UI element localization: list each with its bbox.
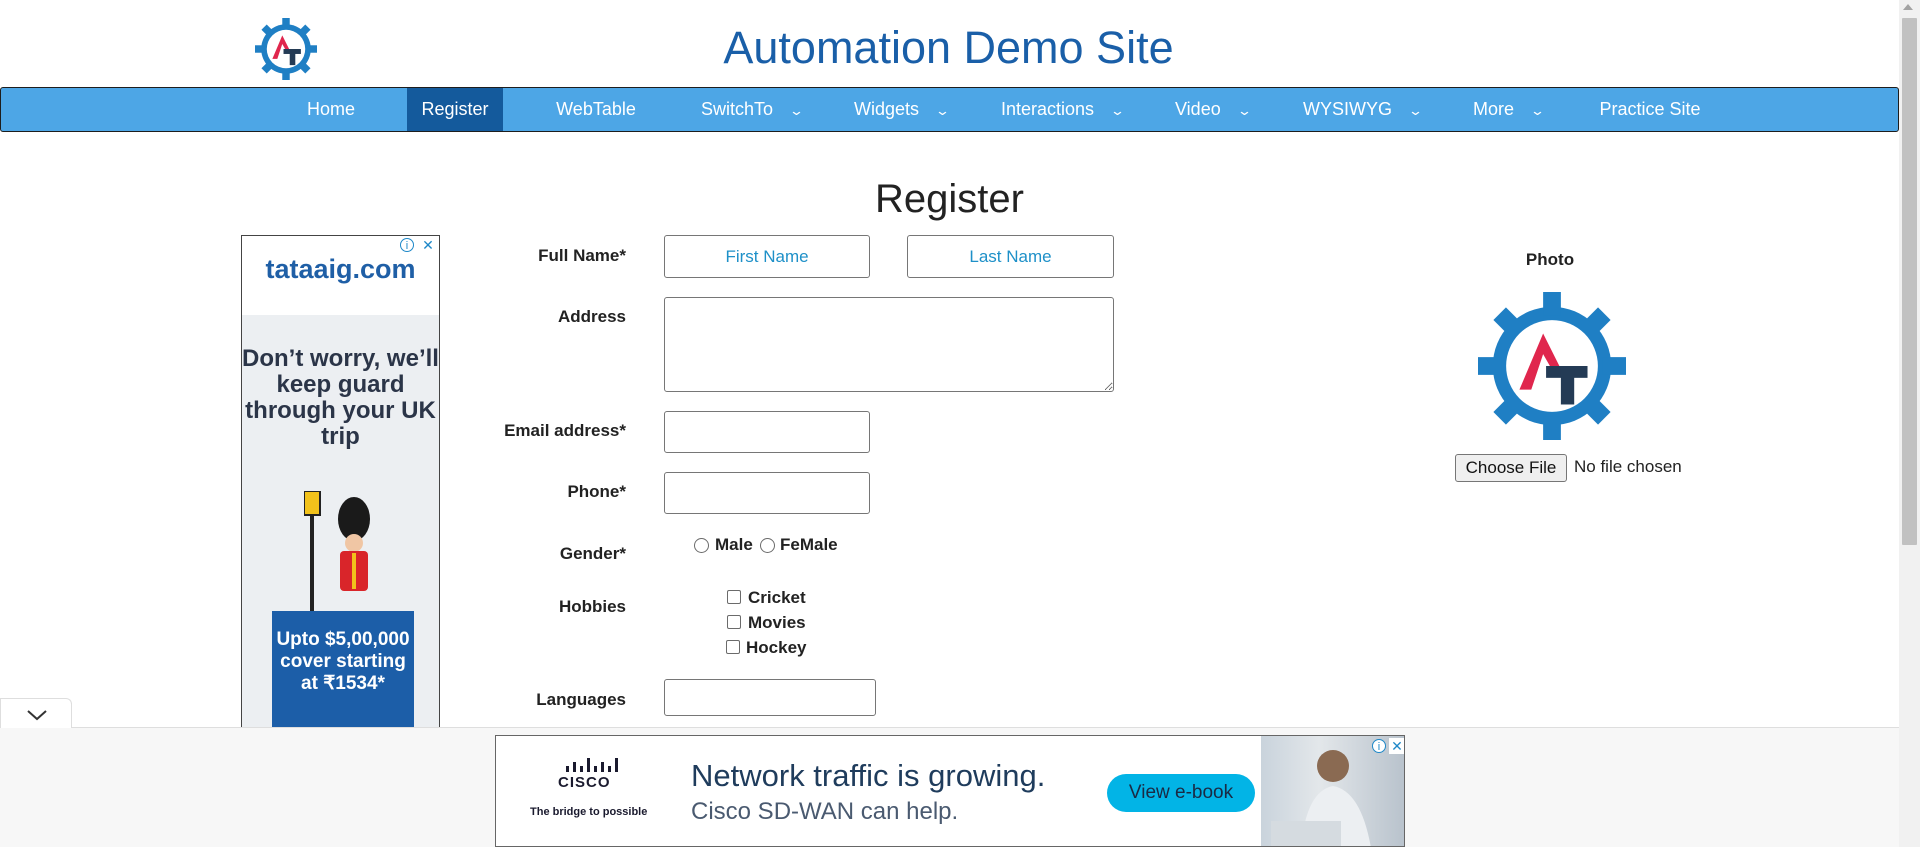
- nav-home-label: Home: [306, 99, 355, 119]
- chevron-down-icon: ⌄: [1407, 103, 1424, 118]
- nav-more-label: More: [1473, 99, 1515, 119]
- nav-switchto[interactable]: SwitchTo ⌄: [701, 88, 811, 131]
- photo-preview: [1478, 290, 1626, 442]
- person-laptop-icon: [1271, 750, 1371, 846]
- chevron-down-icon: ⌄: [1236, 103, 1252, 118]
- ad-collapse-toggle[interactable]: [0, 698, 72, 728]
- choose-file-button[interactable]: Choose File: [1455, 454, 1567, 482]
- cisco-brand: CISCO: [558, 774, 611, 791]
- last-name-input[interactable]: [907, 235, 1114, 278]
- nav-webtable[interactable]: WebTable: [541, 88, 651, 131]
- bottom-advertisement[interactable]: CISCO The bridge to possible Network tra…: [495, 735, 1405, 847]
- gear-logo-icon: [1478, 292, 1626, 440]
- nav-home[interactable]: Home: [291, 88, 371, 131]
- hobby-movies-label: Movies: [748, 613, 806, 632]
- nav-interactions[interactable]: Interactions ⌄: [1001, 88, 1141, 131]
- chevron-down-icon: [27, 710, 47, 721]
- nav-practice-site-label: Practice Site: [1599, 99, 1701, 119]
- guard-illustration-icon: [304, 491, 370, 611]
- bottom-ad-headline: Network traffic is growing.: [691, 758, 1046, 793]
- nav-register[interactable]: Register: [407, 88, 503, 131]
- scrollbar-thumb[interactable]: [1902, 18, 1917, 545]
- side-advertisement[interactable]: i ✕ tataaig.com Don’t worry, we’ll keep …: [241, 235, 440, 735]
- gender-female-radio[interactable]: [760, 538, 775, 553]
- address-textarea[interactable]: [664, 297, 1114, 392]
- gender-female-label: FeMale: [780, 535, 838, 554]
- bottom-ad-photo: [1261, 736, 1404, 846]
- gender-male-radio[interactable]: [694, 538, 709, 553]
- hobby-hockey-checkbox[interactable]: [726, 640, 740, 654]
- nav-wysiwyg[interactable]: WYSIWYG ⌄: [1303, 88, 1433, 131]
- ad-info-icon[interactable]: i: [1372, 739, 1386, 753]
- hobby-hockey-label: Hockey: [746, 638, 807, 657]
- chevron-down-icon: ⌄: [788, 103, 805, 118]
- ad-close-icon[interactable]: ✕: [1389, 738, 1404, 754]
- main-nav: Home Register WebTable SwitchTo ⌄ Widgets…: [0, 87, 1899, 132]
- first-name-input[interactable]: [664, 235, 870, 278]
- nav-widgets[interactable]: Widgets ⌄: [854, 88, 964, 131]
- cisco-tagline: The bridge to possible: [530, 806, 648, 818]
- nav-widgets-label: Widgets: [854, 99, 920, 119]
- gender-male-label: Male: [715, 535, 753, 554]
- ad-close-icon[interactable]: ✕: [420, 237, 436, 253]
- chevron-down-icon: ⌄: [934, 103, 951, 118]
- side-ad-brand: tataaig.com: [265, 254, 416, 284]
- ad-info-icon[interactable]: i: [400, 238, 414, 252]
- nav-switchto-label: SwitchTo: [701, 99, 774, 119]
- photo-label: Photo: [1525, 250, 1575, 269]
- nav-webtable-label: WebTable: [556, 99, 636, 119]
- nav-practice-site[interactable]: Practice Site: [1585, 88, 1715, 131]
- cisco-logo-icon: [566, 758, 618, 772]
- site-title: Automation Demo Site: [723, 22, 1174, 73]
- chevron-down-icon: ⌄: [1109, 103, 1126, 118]
- hobby-movies-checkbox[interactable]: [727, 615, 741, 629]
- side-ad-offer: Upto $5,00,000 cover starting at ₹1534*: [276, 629, 410, 694]
- bottom-ad-subline: Cisco SD-WAN can help.: [691, 798, 959, 825]
- languages-multiselect[interactable]: [664, 679, 876, 716]
- nav-wysiwyg-label: WYSIWYG: [1303, 99, 1392, 119]
- nav-more[interactable]: More ⌄: [1473, 88, 1563, 131]
- side-ad-headline: Don’t worry, we’ll keep guard through yo…: [242, 345, 439, 450]
- phone-input[interactable]: [664, 472, 870, 514]
- view-ebook-button[interactable]: View e-book: [1107, 774, 1255, 812]
- email-input[interactable]: [664, 411, 870, 453]
- chevron-down-icon: ⌄: [1529, 103, 1546, 118]
- side-ad-offer-box: Upto $5,00,000 cover starting at ₹1534*: [272, 611, 414, 734]
- page-title: Register: [875, 177, 1024, 221]
- file-status: No file chosen: [1574, 457, 1682, 476]
- nav-video-label: Video: [1175, 99, 1221, 119]
- nav-interactions-label: Interactions: [1001, 99, 1095, 119]
- nav-video[interactable]: Video ⌄: [1175, 88, 1275, 131]
- hobby-cricket-checkbox[interactable]: [727, 590, 741, 604]
- hobby-cricket-label: Cricket: [748, 588, 806, 607]
- scroll-up-arrow-icon[interactable]: [1903, 4, 1913, 10]
- nav-register-label: Register: [421, 99, 489, 119]
